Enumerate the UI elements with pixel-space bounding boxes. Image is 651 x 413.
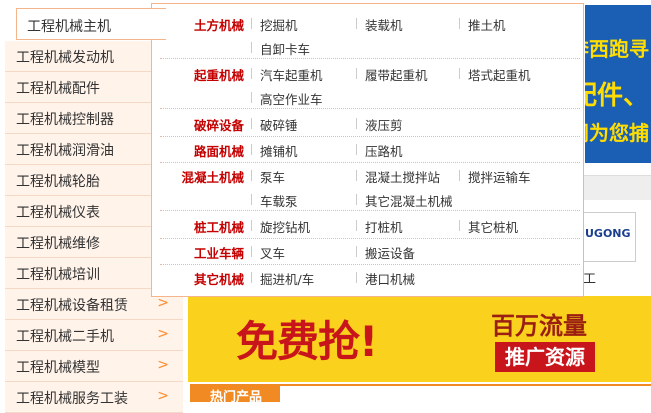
- link-separator: [251, 144, 252, 155]
- flyout-category-title[interactable]: 工业车辆: [160, 243, 244, 262]
- section-header-strip: [580, 175, 651, 200]
- ad-headline: 免费抢!: [236, 317, 378, 366]
- flyout-subcategory-link[interactable]: 装载机: [365, 15, 403, 34]
- sidebar-item-label: 工程机械发动机: [16, 50, 114, 66]
- link-separator: [459, 18, 460, 29]
- flyout-subcategory-link[interactable]: 自卸卡车: [260, 39, 310, 58]
- link-separator: [459, 220, 460, 231]
- flyout-category-title[interactable]: 桩工机械: [160, 217, 244, 236]
- link-separator: [251, 246, 252, 257]
- sidebar-item-label: 工程机械二手机: [16, 329, 114, 345]
- sidebar-item-label: 工程机械主机: [27, 19, 111, 35]
- flyout-subcategory-link[interactable]: 车载泵: [260, 191, 298, 210]
- link-separator: [251, 272, 252, 283]
- flyout-subcategory-link[interactable]: 推土机: [468, 15, 506, 34]
- flyout-category-row: 混凝土机械 泵车 混凝土搅拌站 搅拌运输车车载泵 其它混凝土机械: [160, 164, 580, 211]
- sidebar-item[interactable]: 工程机械二手机 >: [5, 320, 183, 351]
- flyout-subcategory-link[interactable]: 其它混凝土机械: [365, 191, 453, 210]
- link-separator: [459, 68, 460, 79]
- brand-logo-liugong[interactable]: UGONG: [582, 212, 636, 262]
- flyout-category-title[interactable]: 破碎设备: [160, 115, 244, 134]
- flyout-category-title[interactable]: 土方机械: [160, 15, 244, 34]
- flyout-category-title[interactable]: 混凝土机械: [160, 167, 244, 186]
- sidebar-item-label: 工程机械设备租赁: [16, 298, 128, 314]
- link-separator: [251, 18, 252, 29]
- sidebar-item[interactable]: 工程机械模型 >: [5, 351, 183, 382]
- ad-banner-free[interactable]: 免费抢! 百万流量 推广资源: [188, 296, 651, 382]
- sidebar-item-label: 工程机械轮胎: [16, 174, 100, 190]
- link-separator: [356, 194, 357, 205]
- ad-subline: 百万流量: [491, 312, 587, 340]
- flyout-subcategory-link[interactable]: 泵车: [260, 167, 285, 186]
- link-separator: [251, 68, 252, 79]
- flyout-category-row: 起重机械 汽车起重机 履带起重机 塔式起重机高空作业车: [160, 62, 580, 109]
- sidebar-item-label: 工程机械维修: [16, 236, 100, 252]
- flyout-category-title[interactable]: 路面机械: [160, 141, 244, 160]
- link-separator: [251, 170, 252, 181]
- sidebar-item-label: 工程机械控制器: [16, 112, 114, 128]
- chevron-right-icon: >: [157, 295, 169, 311]
- flyout-subcategory-link[interactable]: 高空作业车: [260, 89, 323, 108]
- banner-line2: 配件、: [585, 81, 649, 111]
- flyout-category-title[interactable]: 起重机械: [160, 65, 244, 84]
- flyout-subcategory-link[interactable]: 港口机械: [365, 269, 415, 288]
- link-separator: [356, 118, 357, 129]
- link-separator: [356, 144, 357, 155]
- flyout-category-row: 路面机械 摊铺机 压路机: [160, 138, 580, 163]
- flyout-subcategory-link[interactable]: 旋挖钻机: [260, 217, 310, 236]
- flyout-subcategory-link[interactable]: 塔式起重机: [468, 65, 531, 84]
- category-flyout-menu: 土方机械 挖掘机 装载机 推土机自卸卡车 起重机械 汽车起重机 履带起重机 塔式起重机高空作业…: [151, 3, 584, 297]
- flyout-category-row: 土方机械 挖掘机 装载机 推土机自卸卡车: [160, 12, 580, 59]
- chevron-right-icon: >: [157, 326, 169, 342]
- flyout-subcategory-link[interactable]: 履带起重机: [365, 65, 428, 84]
- ad-tagline: 推广资源: [495, 342, 595, 372]
- link-separator: [251, 92, 252, 103]
- sidebar-item-label: 工程机械润滑油: [16, 143, 114, 159]
- flyout-subcategory-link[interactable]: 破碎锤: [260, 115, 298, 134]
- flyout-subcategory-link[interactable]: 搬运设备: [365, 243, 415, 262]
- link-separator: [356, 272, 357, 283]
- link-separator: [251, 194, 252, 205]
- flyout-subcategory-link[interactable]: 叉车: [260, 243, 285, 262]
- link-separator: [251, 220, 252, 231]
- flyout-category-row: 桩工机械 旋挖钻机 打桩机 其它桩机: [160, 214, 580, 239]
- flyout-subcategory-link[interactable]: 打桩机: [365, 217, 403, 236]
- sidebar-item-label: 工程机械模型: [16, 360, 100, 376]
- link-separator: [356, 170, 357, 181]
- chevron-right-icon: >: [157, 357, 169, 373]
- tab-hot-products[interactable]: 热门产品: [190, 385, 280, 405]
- sidebar-item-label: 工程机械仪表: [16, 205, 100, 221]
- promo-banner-top[interactable]: 奔西跑寻 配件、 间为您捕: [585, 5, 651, 163]
- sidebar-item-label: 工程机械培训: [16, 267, 100, 283]
- banner-line1: 奔西跑寻: [585, 37, 649, 61]
- link-separator: [356, 68, 357, 79]
- brand-logo-text: UGONG: [585, 227, 631, 240]
- banner-line3: 间为您捕: [585, 121, 649, 145]
- brand-caption: 工: [583, 272, 597, 287]
- flyout-subcategory-link[interactable]: 汽车起重机: [260, 65, 323, 84]
- flyout-category-row: 其它机械 掘进机/车 港口机械: [160, 266, 580, 290]
- link-separator: [356, 220, 357, 231]
- flyout-category-row: 工业车辆 叉车 搬运设备: [160, 240, 580, 265]
- link-separator: [356, 246, 357, 257]
- sidebar-item-active[interactable]: 工程机械主机: [16, 8, 166, 40]
- flyout-subcategory-link[interactable]: 搅拌运输车: [468, 167, 531, 186]
- sidebar-item-label: 工程机械配件: [16, 81, 100, 97]
- flyout-category-title[interactable]: 其它机械: [160, 269, 244, 288]
- flyout-subcategory-link[interactable]: 挖掘机: [260, 15, 298, 34]
- flyout-subcategory-link[interactable]: 液压剪: [365, 115, 403, 134]
- link-separator: [251, 118, 252, 129]
- flyout-subcategory-link[interactable]: 掘进机/车: [260, 269, 314, 288]
- flyout-subcategory-link[interactable]: 压路机: [365, 141, 403, 160]
- flyout-subcategory-link[interactable]: 混凝土搅拌站: [365, 167, 440, 186]
- flyout-category-row: 破碎设备 破碎锤 液压剪: [160, 112, 580, 137]
- sidebar-item[interactable]: 工程机械服务工装 >: [5, 382, 183, 413]
- flyout-subcategory-link[interactable]: 摊铺机: [260, 141, 298, 160]
- link-separator: [356, 18, 357, 29]
- sidebar-item-label: 工程机械服务工装: [16, 391, 128, 407]
- link-separator: [459, 170, 460, 181]
- flyout-subcategory-link[interactable]: 其它桩机: [468, 217, 518, 236]
- link-separator: [251, 42, 252, 53]
